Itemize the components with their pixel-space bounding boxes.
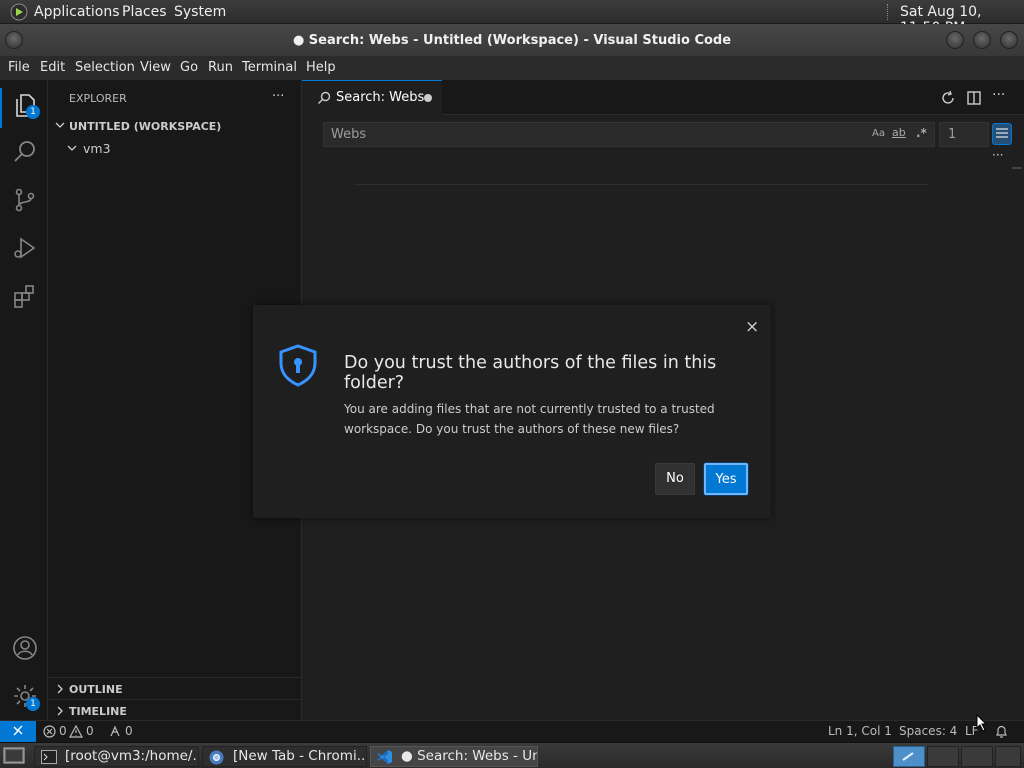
workspace-switcher[interactable] <box>961 746 993 767</box>
show-desktop-icon[interactable] <box>3 746 25 766</box>
task-chromium[interactable]: [New Tab - Chromi... <box>202 746 367 767</box>
warning-icon[interactable] <box>69 725 83 738</box>
context-lines-value: 1 <box>948 127 957 142</box>
shield-icon <box>277 343 319 387</box>
activity-bar: 1 1 <box>0 80 48 720</box>
bell-icon[interactable] <box>995 725 1008 739</box>
workspace-switcher[interactable] <box>995 746 1021 767</box>
chevron-down-icon <box>66 142 78 154</box>
menu-file[interactable]: File <box>8 60 30 75</box>
error-count[interactable]: 0 <box>59 724 67 738</box>
gnome-foot-icon[interactable] <box>9 3 29 21</box>
refresh-icon[interactable] <box>940 90 956 106</box>
menu-terminal[interactable]: Terminal <box>242 60 297 75</box>
explorer-badge: 1 <box>26 105 40 119</box>
workspace-section-header[interactable]: UNTITLED (WORKSPACE) <box>48 118 302 136</box>
outline-section-header[interactable]: OUTLINE <box>48 677 302 699</box>
minimize-button[interactable] <box>946 31 964 49</box>
editor-tabs: Search: Webs ··· <box>302 80 1024 115</box>
task-vscode-label: ● Search: Webs - Un... <box>401 748 537 764</box>
panel-separator <box>887 4 889 20</box>
settings-badge: 1 <box>26 697 40 711</box>
menu-selection[interactable]: Selection <box>75 60 135 75</box>
menu-go[interactable]: Go <box>180 60 198 75</box>
task-terminal[interactable]: [root@vm3:/home/... <box>34 746 199 767</box>
yes-button[interactable]: Yes <box>704 463 748 495</box>
tab-search-webs[interactable]: Search: Webs <box>302 80 442 115</box>
terminal-icon <box>41 750 57 764</box>
split-editor-icon[interactable] <box>966 90 982 106</box>
workspace-trust-dialog: × Do you trust the authors of the files … <box>253 305 771 518</box>
applications-menu[interactable]: Applications <box>34 4 120 20</box>
menu-edit[interactable]: Edit <box>40 60 65 75</box>
match-case-toggle[interactable]: Aa <box>872 128 885 139</box>
workspace-title: UNTITLED (WORKSPACE) <box>69 120 222 133</box>
dialog-title: Do you trust the authors of the files in… <box>344 353 717 393</box>
results-divider <box>354 184 928 185</box>
remote-indicator[interactable] <box>0 721 36 742</box>
window-title: ● Search: Webs - Untitled (Workspace) - … <box>292 33 732 48</box>
chevron-right-icon <box>54 705 66 717</box>
indentation[interactable]: Spaces: 4 <box>899 724 957 738</box>
timeline-title: TIMELINE <box>69 705 127 718</box>
run-debug-icon[interactable] <box>12 235 38 261</box>
folder-item-vm3[interactable]: vm3 <box>48 140 302 158</box>
workspace-switcher[interactable] <box>927 746 959 767</box>
explorer-more-button[interactable]: ··· <box>272 89 284 104</box>
menubar: File Edit Selection View Go Run Terminal… <box>0 56 1024 80</box>
chromium-icon <box>209 750 224 765</box>
chevron-down-icon <box>54 119 66 131</box>
window-titlebar: ● Search: Webs - Untitled (Workspace) - … <box>0 24 1024 56</box>
search-query-value: Webs <box>331 127 367 142</box>
search-icon[interactable] <box>12 139 38 165</box>
ports-count[interactable]: 0 <box>125 724 133 738</box>
places-menu[interactable]: Places <box>122 4 167 20</box>
menu-view[interactable]: View <box>140 60 171 75</box>
outline-title: OUTLINE <box>69 683 123 696</box>
search-icon <box>317 91 331 105</box>
regex-toggle[interactable]: .* <box>916 126 927 140</box>
active-indicator <box>0 88 2 128</box>
search-more-button[interactable]: ··· <box>992 148 1003 162</box>
extensions-icon[interactable] <box>12 283 38 309</box>
settings-gear-icon[interactable]: 1 <box>12 683 40 711</box>
dialog-close-button[interactable]: × <box>745 317 759 337</box>
warning-count[interactable]: 0 <box>86 724 94 738</box>
folder-label: vm3 <box>83 141 111 156</box>
unsaved-dot-icon[interactable] <box>424 94 432 102</box>
menu-help[interactable]: Help <box>306 60 336 75</box>
no-button[interactable]: No <box>655 463 695 495</box>
editor-more-button[interactable]: ··· <box>992 87 1005 103</box>
taskbar: [root@vm3:/home/... [New Tab - Chromi...… <box>0 742 1024 768</box>
close-window-button[interactable] <box>1000 31 1018 49</box>
open-in-editor-button[interactable] <box>992 123 1012 145</box>
explorer-header: EXPLORER <box>69 92 127 105</box>
context-lines-input[interactable]: 1 <box>939 122 989 147</box>
vscode-icon <box>376 749 393 765</box>
timeline-section-header[interactable]: TIMELINE <box>48 699 302 720</box>
mouse-pointer-icon <box>976 714 988 732</box>
chevron-right-icon <box>54 683 66 695</box>
menu-run[interactable]: Run <box>208 60 233 75</box>
statusbar: 0 0 0 Ln 1, Col 1 Spaces: 4 LF <box>0 714 1024 742</box>
maximize-button[interactable] <box>973 31 991 49</box>
tab-label: Search: Webs <box>336 90 425 105</box>
system-panel: Applications Places System Sat Aug 10, 1… <box>0 0 1024 36</box>
ports-icon[interactable] <box>108 725 122 738</box>
error-icon[interactable] <box>43 725 56 738</box>
scrollbar-thumb[interactable] <box>1012 167 1022 169</box>
cursor-position[interactable]: Ln 1, Col 1 <box>828 724 892 738</box>
files-icon[interactable]: 1 <box>12 92 40 119</box>
accounts-icon[interactable] <box>12 635 38 661</box>
task-vscode[interactable]: ● Search: Webs - Un... <box>370 746 538 767</box>
system-menu[interactable]: System <box>174 4 226 20</box>
workspace-switcher-active[interactable] <box>893 746 925 767</box>
dialog-message: You are adding files that are not curren… <box>344 402 715 436</box>
task-chromium-label: [New Tab - Chromi... <box>233 748 367 764</box>
source-control-icon[interactable] <box>12 187 38 213</box>
match-word-toggle[interactable]: ab <box>892 126 906 139</box>
task-terminal-label: [root@vm3:/home/... <box>65 748 199 764</box>
search-query-input[interactable]: Webs Aa ab .* <box>323 122 935 147</box>
